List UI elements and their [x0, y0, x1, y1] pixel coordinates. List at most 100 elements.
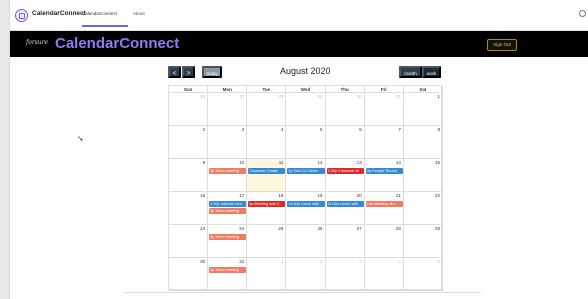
calendar-day-cell[interactable]: 8: [404, 126, 443, 158]
month-view-button[interactable]: month: [399, 66, 422, 78]
calendar-event[interactable]: 3a Forsyte Round: [365, 168, 403, 174]
calendar-day-cell[interactable]: 31: [208, 258, 248, 290]
refresh-icon[interactable]: [579, 10, 586, 17]
day-number[interactable]: 24: [239, 226, 244, 231]
calendar-day-cell[interactable]: 18: [247, 192, 287, 224]
day-number[interactable]: 30: [200, 259, 205, 264]
calendar-event[interactable]: 5p Team meeting: [209, 168, 247, 174]
today-button[interactable]: today: [202, 66, 222, 78]
calendar-day-cell[interactable]: 4: [247, 126, 287, 158]
day-number[interactable]: 16: [200, 193, 205, 198]
calendar-day-cell[interactable]: 1: [404, 93, 443, 125]
next-month-button[interactable]: >: [182, 66, 195, 78]
calendar-day-cell[interactable]: 29: [404, 225, 443, 257]
previous-month-button[interactable]: <: [168, 66, 181, 78]
day-number[interactable]: 4: [281, 127, 284, 132]
calendar-day-cell[interactable]: 30: [326, 93, 365, 125]
day-number[interactable]: 13: [357, 160, 362, 165]
day-number[interactable]: 10: [239, 160, 244, 165]
calendar-day-cell[interactable]: 10: [208, 159, 248, 191]
day-number[interactable]: 9: [203, 160, 206, 165]
day-number[interactable]: 12: [318, 160, 323, 165]
calendar-day-cell[interactable]: 27: [208, 93, 248, 125]
day-number[interactable]: 21: [396, 193, 401, 198]
day-number[interactable]: 3: [359, 259, 362, 264]
calendar-day-cell[interactable]: 1: [247, 258, 287, 290]
day-number[interactable]: 4: [398, 259, 401, 264]
day-number[interactable]: 17: [239, 193, 244, 198]
day-number[interactable]: 8: [437, 127, 440, 132]
day-number[interactable]: 7: [398, 127, 401, 132]
calendar-day-cell[interactable]: 6: [326, 126, 365, 158]
day-number[interactable]: 23: [200, 226, 205, 231]
day-number[interactable]: 2: [320, 259, 323, 264]
calendar-day-cell[interactable]: 26: [286, 225, 326, 257]
day-number[interactable]: 6: [359, 127, 362, 132]
work-view-button[interactable]: work: [422, 66, 441, 78]
calendar-event[interactable]: 11:30a Lunch with: [287, 201, 325, 207]
calendar-day-cell[interactable]: 21: [365, 192, 404, 224]
calendar-day-cell[interactable]: 15: [404, 159, 443, 191]
calendar-event[interactable]: 10a Meeting all o: [365, 201, 403, 207]
calendar-day-cell[interactable]: 5: [286, 126, 326, 158]
nav-calendarconnect-link[interactable]: CalendarConnect: [82, 11, 117, 16]
calendar-day-cell[interactable]: 3: [208, 126, 248, 158]
day-number[interactable]: 28: [278, 94, 283, 99]
calendar-day-cell[interactable]: 26: [169, 93, 209, 125]
calendar-day-cell[interactable]: 25: [247, 225, 287, 257]
day-number[interactable]: 25: [278, 226, 283, 231]
calendar-day-cell[interactable]: 22: [404, 192, 443, 224]
day-number[interactable]: 22: [435, 193, 440, 198]
calendar-event[interactable]: 5p Team meeting: [209, 267, 247, 273]
day-number[interactable]: 5: [320, 127, 323, 132]
day-number[interactable]: 29: [318, 94, 323, 99]
calendar-day-cell[interactable]: 19: [286, 192, 326, 224]
calendar-day-cell[interactable]: 31: [365, 93, 404, 125]
calendar-day-cell[interactable]: 24: [208, 225, 248, 257]
day-number[interactable]: 11: [279, 160, 284, 165]
day-number[interactable]: 31: [239, 259, 244, 264]
day-number[interactable]: 15: [435, 160, 440, 165]
calendar-day-cell[interactable]: 30: [169, 258, 209, 290]
calendar-day-cell[interactable]: 16: [169, 192, 209, 224]
calendar-day-cell[interactable]: 2: [286, 258, 326, 290]
day-number[interactable]: 5: [437, 259, 440, 264]
calendar-day-cell[interactable]: 7: [365, 126, 404, 158]
day-number[interactable]: 20: [357, 193, 362, 198]
calendar-day-cell[interactable]: 12: [286, 159, 326, 191]
day-number[interactable]: 1: [437, 94, 440, 99]
day-number[interactable]: 26: [318, 226, 323, 231]
calendar-day-cell[interactable]: 2: [169, 126, 209, 158]
day-number[interactable]: 14: [396, 160, 401, 165]
calendar-event[interactable]: 5p Team meeting: [209, 234, 247, 240]
calendar-day-cell[interactable]: 23: [169, 225, 209, 257]
calendar-day-cell[interactable]: 28: [365, 225, 404, 257]
calendar-day-cell[interactable]: 4: [365, 258, 404, 290]
calendar-event[interactable]: 2:30p Customer M: [326, 168, 364, 174]
sign-out-button[interactable]: Sign Out: [487, 39, 517, 51]
day-number[interactable]: 31: [396, 94, 401, 99]
calendar-day-cell[interactable]: 9: [169, 159, 209, 191]
calendar-event[interactable]: 2:30p Internal mee: [209, 201, 247, 207]
calendar-event[interactable]: Customer Onsite: [248, 168, 286, 174]
day-number[interactable]: 28: [396, 226, 401, 231]
day-number[interactable]: 26: [200, 94, 205, 99]
calendar-day-cell[interactable]: 5: [404, 258, 443, 290]
day-number[interactable]: 29: [435, 226, 440, 231]
day-number[interactable]: 19: [318, 193, 323, 198]
nav-about-link[interactable]: About: [133, 11, 145, 16]
calendar-event[interactable]: 11:30a Lunch with: [326, 201, 364, 207]
calendar-day-cell[interactable]: 11: [247, 159, 287, 191]
day-number[interactable]: 1: [281, 259, 284, 264]
calendar-event[interactable]: 5p Team meeting: [209, 208, 247, 214]
day-number[interactable]: 18: [278, 193, 283, 198]
day-number[interactable]: 2: [203, 127, 206, 132]
day-number[interactable]: 27: [239, 94, 244, 99]
calendar-event[interactable]: 5p Meeting with C: [248, 201, 286, 207]
calendar-day-cell[interactable]: 3: [326, 258, 365, 290]
calendar-day-cell[interactable]: 13: [326, 159, 365, 191]
calendar-event[interactable]: 1p Test CC Demo: [287, 168, 325, 174]
calendar-day-cell[interactable]: 14: [365, 159, 404, 191]
calendar-day-cell[interactable]: 27: [326, 225, 365, 257]
day-number[interactable]: 3: [242, 127, 245, 132]
